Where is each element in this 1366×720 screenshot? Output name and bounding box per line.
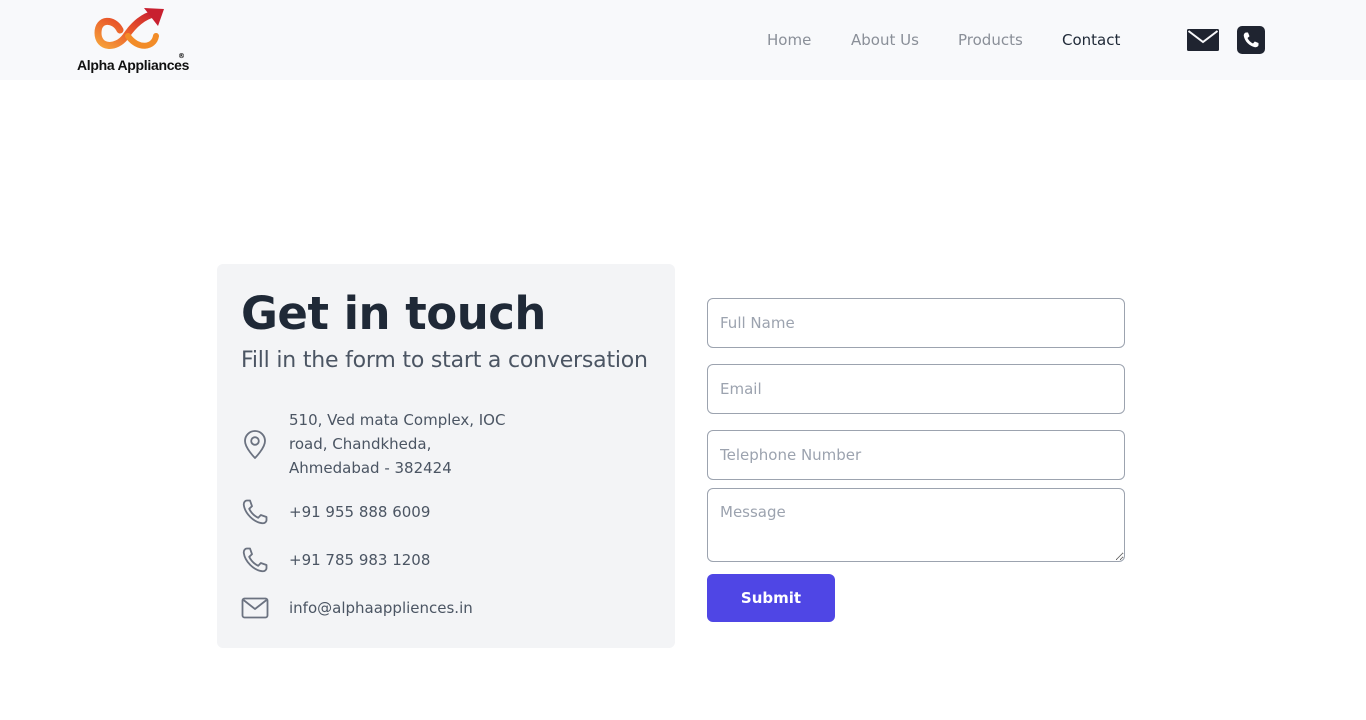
contact-info-card: Get in touch Fill in the form to start a… (217, 264, 675, 648)
address-text: 510, Ved mata Complex, IOC road, Chandkh… (289, 408, 505, 480)
address-line: Ahmedabad - 382424 (289, 459, 452, 477)
site-header: Alpha Appliances ® Home About Us Product… (0, 0, 1366, 80)
map-pin-icon (244, 430, 266, 459)
page-title: Get in touch (241, 287, 546, 340)
email-address[interactable]: info@alphaappliences.in (289, 596, 473, 620)
brand-name: Alpha Appliances (77, 57, 190, 73)
telephone-input[interactable] (707, 430, 1125, 480)
phone-number-1[interactable]: +91 955 888 6009 (289, 500, 430, 524)
phone-outline-icon (242, 547, 268, 573)
address-line: road, Chandkheda, (289, 435, 432, 453)
nav-home[interactable]: Home (767, 30, 811, 50)
nav-contact[interactable]: Contact (1062, 30, 1120, 50)
mail-icon[interactable] (1187, 29, 1219, 51)
full-name-input[interactable] (707, 298, 1125, 348)
nav-products[interactable]: Products (958, 30, 1023, 50)
registered-mark: ® (178, 52, 185, 60)
message-textarea[interactable] (707, 488, 1125, 562)
page-subtitle: Fill in the form to start a conversation (241, 348, 648, 373)
email-input[interactable] (707, 364, 1125, 414)
envelope-outline-icon (241, 597, 269, 619)
infinity-arrow-icon (94, 8, 164, 49)
submit-button[interactable]: Submit (707, 574, 835, 622)
address-line: 510, Ved mata Complex, IOC (289, 411, 506, 429)
nav-about-us[interactable]: About Us (851, 30, 919, 50)
phone-icon[interactable] (1237, 26, 1265, 54)
brand-logo[interactable]: Alpha Appliances ® (76, 6, 190, 76)
phone-outline-icon (242, 499, 268, 525)
phone-number-2[interactable]: +91 785 983 1208 (289, 548, 430, 572)
